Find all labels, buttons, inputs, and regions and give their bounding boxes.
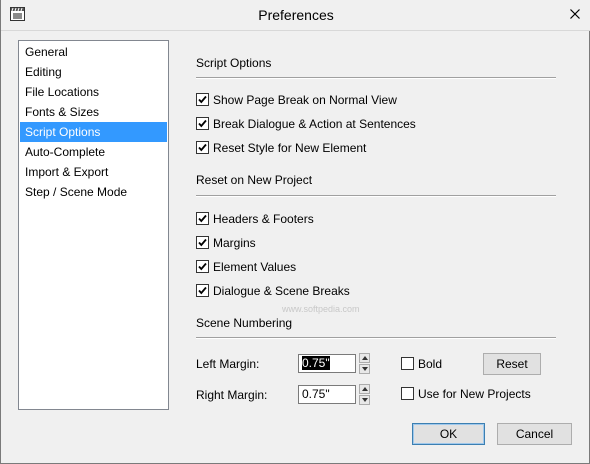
window-title: Preferences (258, 7, 334, 23)
section-title-scene-numbering: Scene Numbering (196, 316, 293, 330)
checkbox-label: Dialogue & Scene Breaks (213, 284, 350, 298)
arrow-up-icon (362, 356, 368, 360)
checkbox-label: Reset Style for New Element (213, 141, 367, 155)
ok-button[interactable]: OK (412, 423, 485, 445)
sidebar-item-script-options[interactable]: Script Options (20, 122, 167, 142)
sidebar-item-file-locations[interactable]: File Locations (20, 82, 167, 102)
sidebar-item-general[interactable]: General (20, 42, 167, 62)
spin-down-button[interactable] (359, 364, 370, 374)
checkbox-label: Show Page Break on Normal View (213, 93, 397, 107)
close-icon (570, 9, 580, 19)
left-margin-value: 0.75" (302, 356, 330, 370)
checkbox-reset-style[interactable]: Reset Style for New Element (196, 140, 366, 156)
right-margin-label: Right Margin: (196, 388, 268, 402)
checkbox-label: Use for New Projects (418, 387, 531, 401)
checkbox-show-page-break[interactable]: Show Page Break on Normal View (196, 92, 397, 108)
section-title-script-options: Script Options (196, 56, 272, 70)
checkbox-element-values[interactable]: Element Values (196, 259, 296, 275)
checkbox-label: Headers & Footers (213, 212, 314, 226)
right-margin-spinner[interactable] (359, 384, 370, 406)
checkbox-checked-icon[interactable] (196, 117, 209, 130)
checkbox-checked-icon[interactable] (196, 141, 209, 154)
category-list: General Editing File Locations Fonts & S… (18, 40, 169, 410)
sidebar-item-auto-complete[interactable]: Auto-Complete (20, 142, 167, 162)
arrow-up-icon (362, 387, 368, 391)
arrow-down-icon (362, 367, 368, 371)
left-margin-label: Left Margin: (196, 357, 260, 371)
section-title-reset-project: Reset on New Project (196, 173, 313, 187)
checkbox-label: Bold (418, 357, 443, 371)
title-bar: Preferences (1, 0, 590, 31)
checkbox-bold[interactable]: Bold (401, 356, 442, 372)
checkbox-unchecked-icon[interactable] (401, 387, 414, 400)
checkbox-dialogue-scene-breaks[interactable]: Dialogue & Scene Breaks (196, 283, 350, 299)
spin-up-button[interactable] (359, 353, 370, 363)
checkbox-checked-icon[interactable] (196, 236, 209, 249)
sidebar-item-editing[interactable]: Editing (20, 62, 167, 82)
right-margin-input[interactable]: 0.75" (298, 385, 356, 404)
left-margin-input[interactable]: 0.75" (298, 354, 356, 373)
checkbox-label: Margins (213, 236, 256, 250)
checkbox-checked-icon[interactable] (196, 284, 209, 297)
spin-up-button[interactable] (359, 384, 370, 394)
checkbox-checked-icon[interactable] (196, 93, 209, 106)
reset-button[interactable]: Reset (483, 353, 541, 375)
watermark-text: www.softpedia.com (282, 304, 360, 314)
checkbox-checked-icon[interactable] (196, 212, 209, 225)
divider (196, 77, 556, 79)
checkbox-break-dialogue[interactable]: Break Dialogue & Action at Sentences (196, 116, 416, 132)
sidebar-item-step-scene-mode[interactable]: Step / Scene Mode (20, 182, 167, 202)
divider (196, 195, 556, 197)
preferences-dialog: Preferences General Editing File Locatio… (0, 0, 590, 464)
sidebar-item-fonts-sizes[interactable]: Fonts & Sizes (20, 102, 167, 122)
checkbox-use-for-new-projects[interactable]: Use for New Projects (401, 386, 531, 402)
cancel-button[interactable]: Cancel (497, 423, 572, 445)
checkbox-label: Break Dialogue & Action at Sentences (213, 117, 416, 131)
close-button[interactable] (565, 4, 585, 24)
sidebar-item-import-export[interactable]: Import & Export (20, 162, 167, 182)
checkbox-headers-footers[interactable]: Headers & Footers (196, 211, 314, 227)
checkbox-unchecked-icon[interactable] (401, 357, 414, 370)
checkbox-checked-icon[interactable] (196, 260, 209, 273)
checkbox-margins[interactable]: Margins (196, 235, 256, 251)
spin-down-button[interactable] (359, 395, 370, 405)
arrow-down-icon (362, 398, 368, 402)
checkbox-label: Element Values (213, 260, 297, 274)
divider (196, 337, 556, 339)
left-margin-spinner[interactable] (359, 353, 370, 375)
